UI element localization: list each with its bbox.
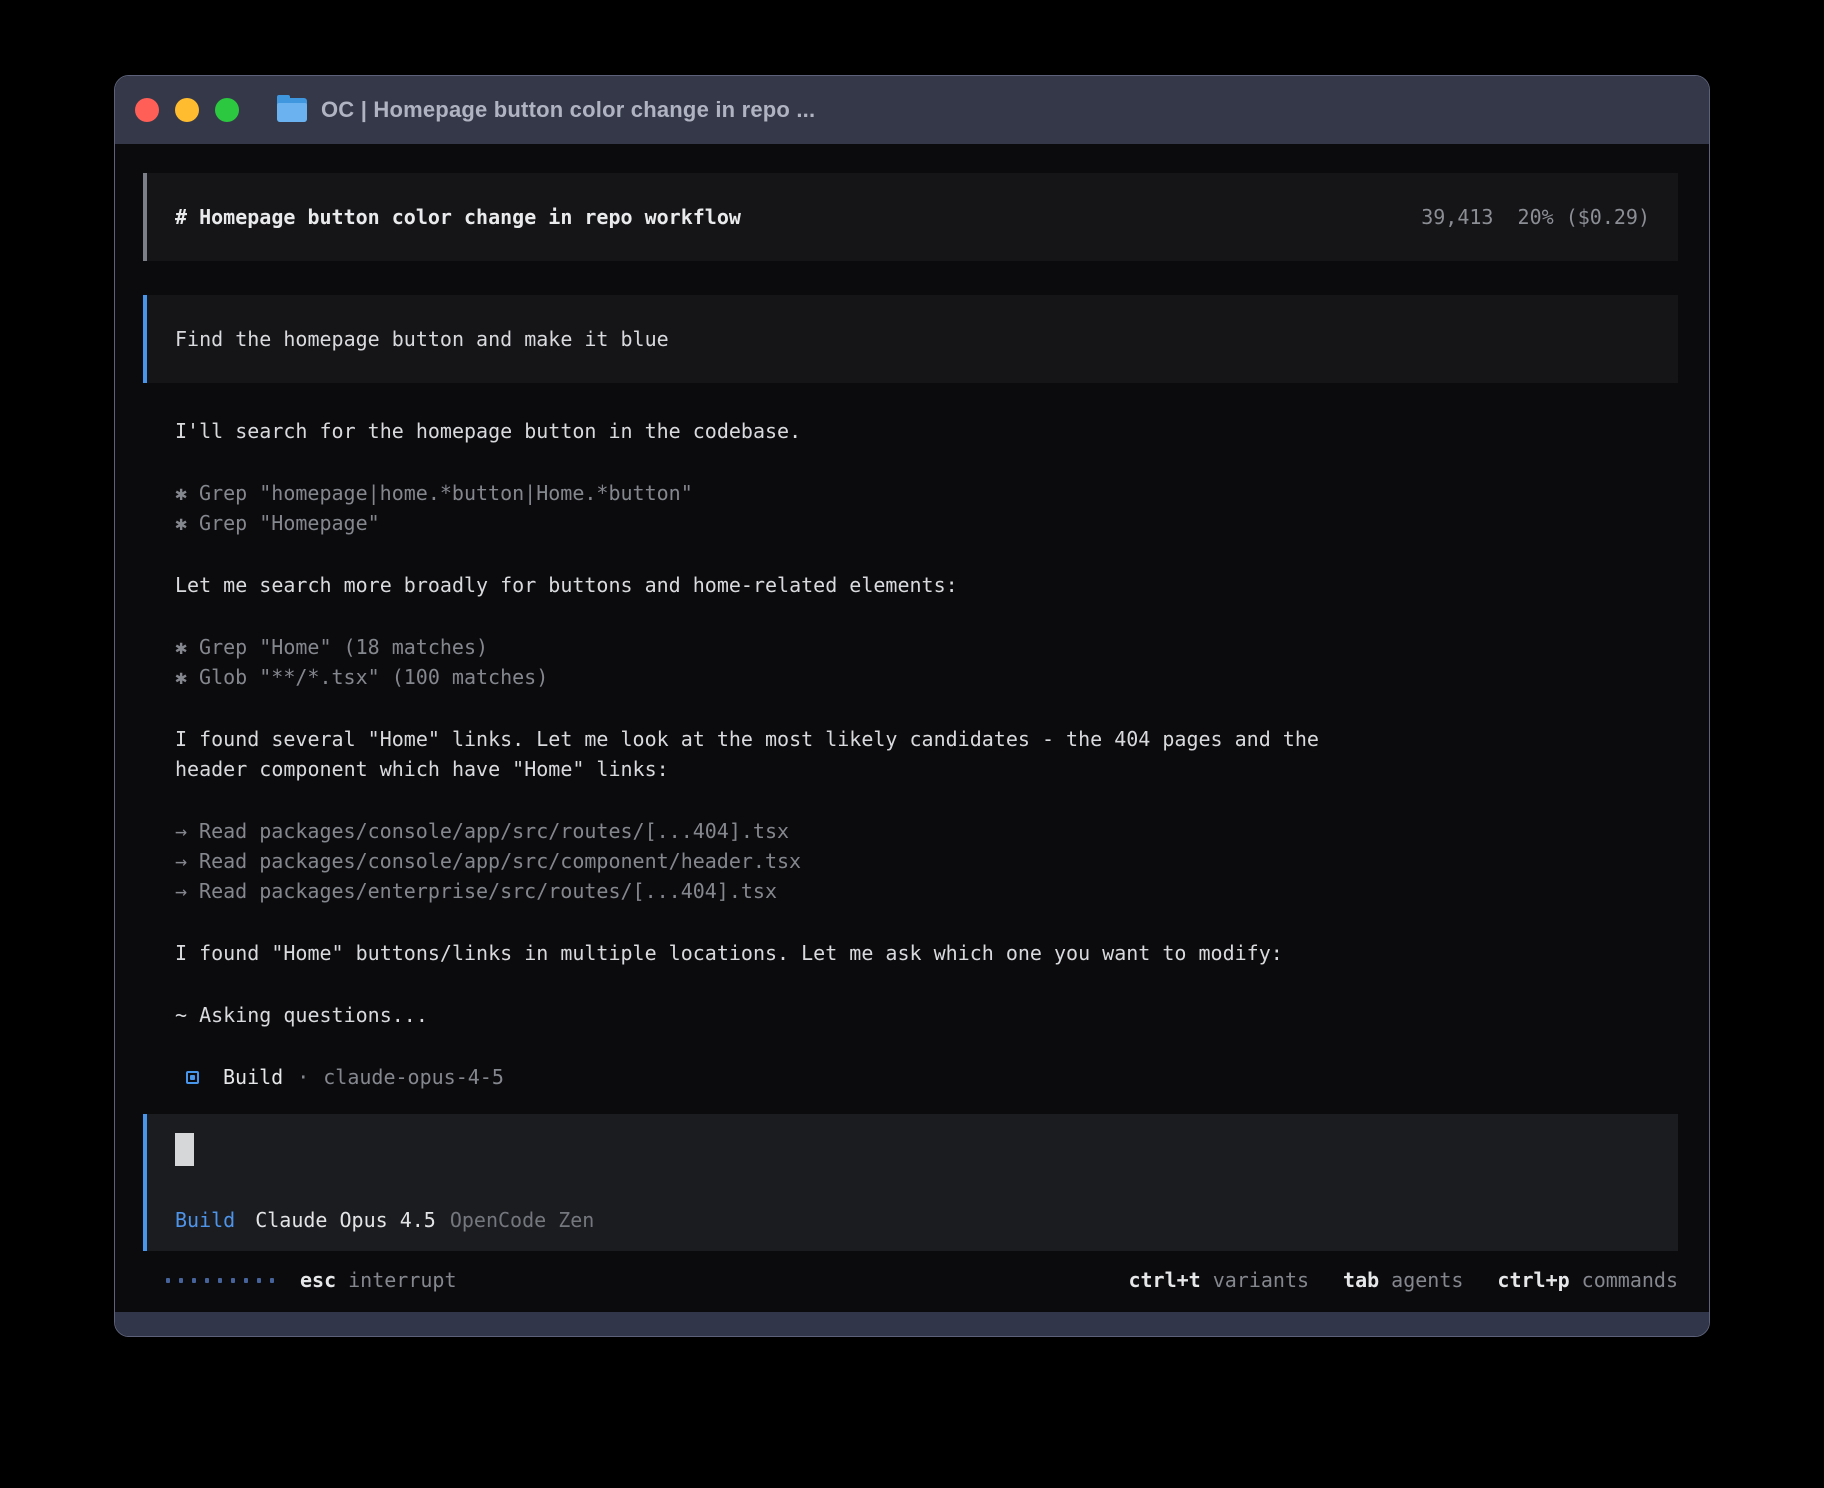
session-title: # Homepage button color change in repo w… [175, 202, 741, 232]
minimize-button[interactable] [175, 98, 199, 122]
window-title: OC | Homepage button color change in rep… [321, 95, 815, 125]
window-bottom-strip [115, 1312, 1709, 1336]
tool-call-text: Grep "homepage|home.*button|Home.*button… [199, 481, 693, 505]
prompt-input[interactable]: Build Claude Opus 4.5 OpenCode Zen [143, 1114, 1678, 1251]
arrow-right-icon: → [175, 876, 187, 906]
tool-call: ✱ Grep "Homepage" [175, 508, 1678, 538]
esc-key-hint: esc [300, 1265, 336, 1295]
asterisk-bullet-icon: ✱ [175, 508, 187, 538]
tool-call: → Read packages/console/app/src/routes/[.… [175, 816, 1678, 846]
separator-dot: · [297, 1062, 309, 1092]
agent-status-line: Build · claude-opus-4-5 [175, 1062, 1678, 1092]
footer-left: esc interrupt [166, 1265, 457, 1295]
shortcut-commands: ctrl+p commands [1497, 1265, 1678, 1295]
tool-call: → Read packages/console/app/src/component… [175, 846, 1678, 876]
assistant-working-message: ~ Asking questions... [175, 1000, 1678, 1030]
asterisk-bullet-icon: ✱ [175, 478, 187, 508]
folder-icon [277, 98, 307, 122]
status-footer: esc interrupt ctrl+t variants tab agents… [143, 1265, 1678, 1295]
input-model-label[interactable]: Claude Opus 4.5 [255, 1205, 436, 1235]
tool-call-text: Read packages/console/app/src/component/… [199, 849, 801, 873]
terminal-window: OC | Homepage button color change in rep… [114, 75, 1710, 1337]
traffic-lights [135, 98, 239, 122]
session-stats: 39,413 20% ($0.29) [1421, 202, 1650, 232]
terminal-content: # Homepage button color change in repo w… [115, 144, 1709, 1312]
asterisk-bullet-icon: ✱ [175, 632, 187, 662]
tool-call-group: ✱ Grep "Home" (18 matches) ✱ Glob "**/*.ts… [175, 632, 1678, 692]
tool-call-text: Read packages/console/app/src/routes/[..… [199, 819, 789, 843]
tool-call-text: Glob "**/*.tsx" (100 matches) [199, 665, 548, 689]
tool-call-group: → Read packages/console/app/src/routes/[.… [175, 816, 1678, 906]
arrow-right-icon: → [175, 846, 187, 876]
spinner-dots [166, 1278, 283, 1283]
tool-call-text: Grep "Home" (18 matches) [199, 635, 488, 659]
shortcut-variants: ctrl+t variants [1128, 1265, 1309, 1295]
close-button[interactable] [135, 98, 159, 122]
assistant-message: Let me search more broadly for buttons a… [175, 570, 1678, 600]
input-meta-row: Build Claude Opus 4.5 OpenCode Zen [175, 1205, 1650, 1235]
tool-call: → Read packages/enterprise/src/routes/[..… [175, 876, 1678, 906]
text-cursor [175, 1133, 194, 1166]
input-provider-label: OpenCode Zen [450, 1205, 595, 1235]
agent-square-icon [186, 1071, 199, 1084]
footer-shortcuts: ctrl+t variants tab agents ctrl+p comman… [1094, 1265, 1678, 1295]
model-name: claude-opus-4-5 [323, 1062, 504, 1092]
tool-call: ✱ Glob "**/*.tsx" (100 matches) [175, 662, 1678, 692]
tool-call-text: Grep "Homepage" [199, 511, 380, 535]
shortcut-agents: tab agents [1343, 1265, 1463, 1295]
tool-call-text: Read packages/enterprise/src/routes/[...… [199, 879, 777, 903]
input-agent-label[interactable]: Build [175, 1205, 235, 1235]
user-message: Find the homepage button and make it blu… [143, 295, 1678, 383]
session-header: # Homepage button color change in repo w… [143, 173, 1678, 261]
title-bar: OC | Homepage button color change in rep… [115, 76, 1709, 144]
asterisk-bullet-icon: ✱ [175, 662, 187, 692]
tool-call: ✱ Grep "homepage|home.*button|Home.*butto… [175, 478, 1678, 508]
conversation: I'll search for the homepage button in t… [175, 416, 1678, 1092]
arrow-right-icon: → [175, 816, 187, 846]
tool-call: ✱ Grep "Home" (18 matches) [175, 632, 1678, 662]
assistant-message: I found several "Home" links. Let me loo… [175, 724, 1678, 784]
esc-key-label: interrupt [348, 1265, 456, 1295]
assistant-message: I'll search for the homepage button in t… [175, 416, 1678, 446]
tool-call-group: ✱ Grep "homepage|home.*button|Home.*butto… [175, 478, 1678, 538]
agent-name: Build [223, 1062, 283, 1092]
assistant-message: I found "Home" buttons/links in multiple… [175, 938, 1678, 968]
zoom-button[interactable] [215, 98, 239, 122]
